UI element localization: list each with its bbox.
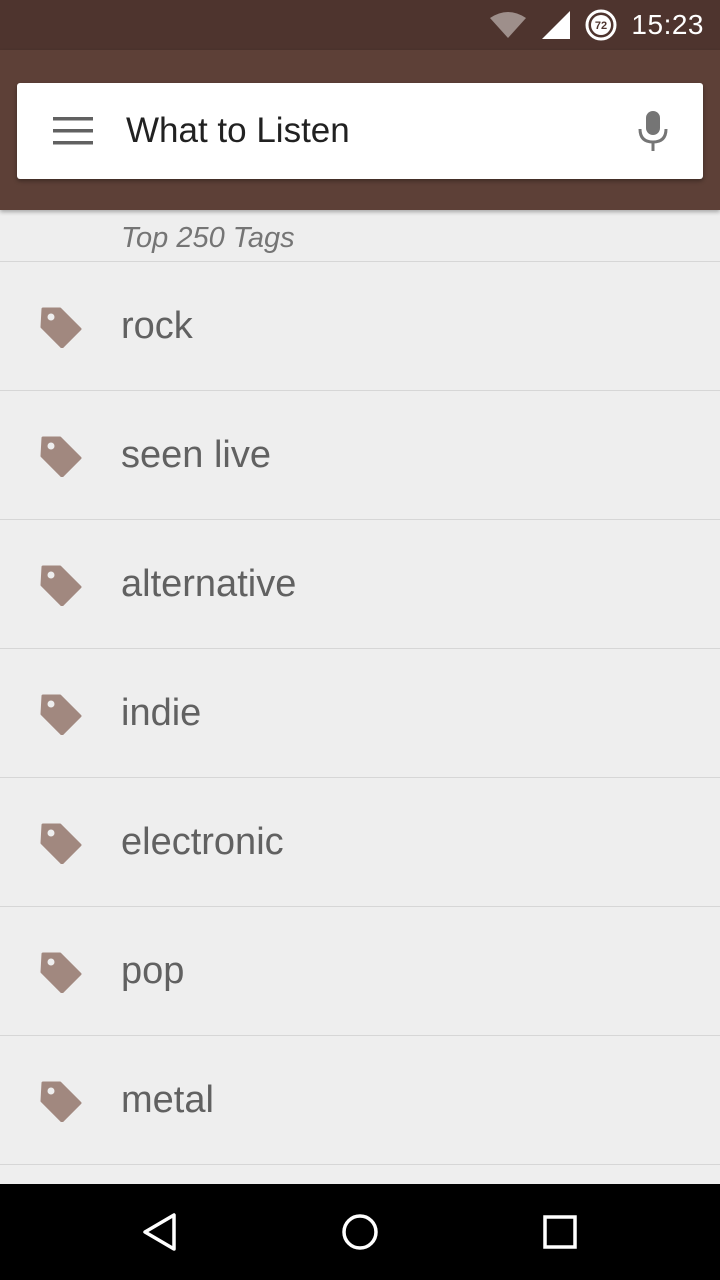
wifi-icon xyxy=(489,11,527,39)
tag-label: indie xyxy=(121,692,202,734)
cell-signal-icon xyxy=(541,10,571,40)
search-card[interactable]: What to Listen xyxy=(17,83,703,179)
navigation-bar xyxy=(0,1184,720,1280)
tag-label: metal xyxy=(121,1079,214,1121)
tag-icon xyxy=(40,693,82,736)
list-item[interactable]: alternative xyxy=(0,520,720,649)
list-item[interactable]: indie xyxy=(0,649,720,778)
tag-label: electronic xyxy=(121,821,284,863)
tag-label: alternative xyxy=(121,563,297,605)
back-icon[interactable] xyxy=(140,1212,180,1252)
status-bar: 72 15:23 xyxy=(0,0,720,50)
list-item[interactable]: electronic xyxy=(0,778,720,907)
tag-label: pop xyxy=(121,950,185,992)
search-title[interactable]: What to Listen xyxy=(126,83,350,179)
app-bar: What to Listen xyxy=(0,50,720,210)
tag-icon xyxy=(40,306,82,349)
tag-icon xyxy=(40,564,82,607)
section-header-label: Top 250 Tags xyxy=(121,222,295,254)
home-icon[interactable] xyxy=(340,1212,380,1252)
tag-label: seen live xyxy=(121,434,271,476)
section-header: Top 250 Tags xyxy=(0,210,720,262)
tag-icon xyxy=(40,435,82,478)
hamburger-menu-icon[interactable] xyxy=(53,117,93,145)
notification-badge-icon: 72 xyxy=(585,9,617,41)
notification-badge-count: 72 xyxy=(595,20,607,32)
tag-icon xyxy=(40,1080,82,1123)
tag-icon xyxy=(40,951,82,994)
list-item[interactable]: rock xyxy=(0,262,720,391)
tag-label: rock xyxy=(121,305,193,347)
list-item[interactable]: pop xyxy=(0,907,720,1036)
recents-icon[interactable] xyxy=(540,1212,580,1252)
tag-icon xyxy=(40,822,82,865)
status-time: 15:23 xyxy=(631,9,704,40)
microphone-icon[interactable] xyxy=(635,109,671,153)
list-item[interactable]: seen live xyxy=(0,391,720,520)
tag-list: rock seen live alternative indie electro… xyxy=(0,262,720,1165)
list-item[interactable]: metal xyxy=(0,1036,720,1165)
